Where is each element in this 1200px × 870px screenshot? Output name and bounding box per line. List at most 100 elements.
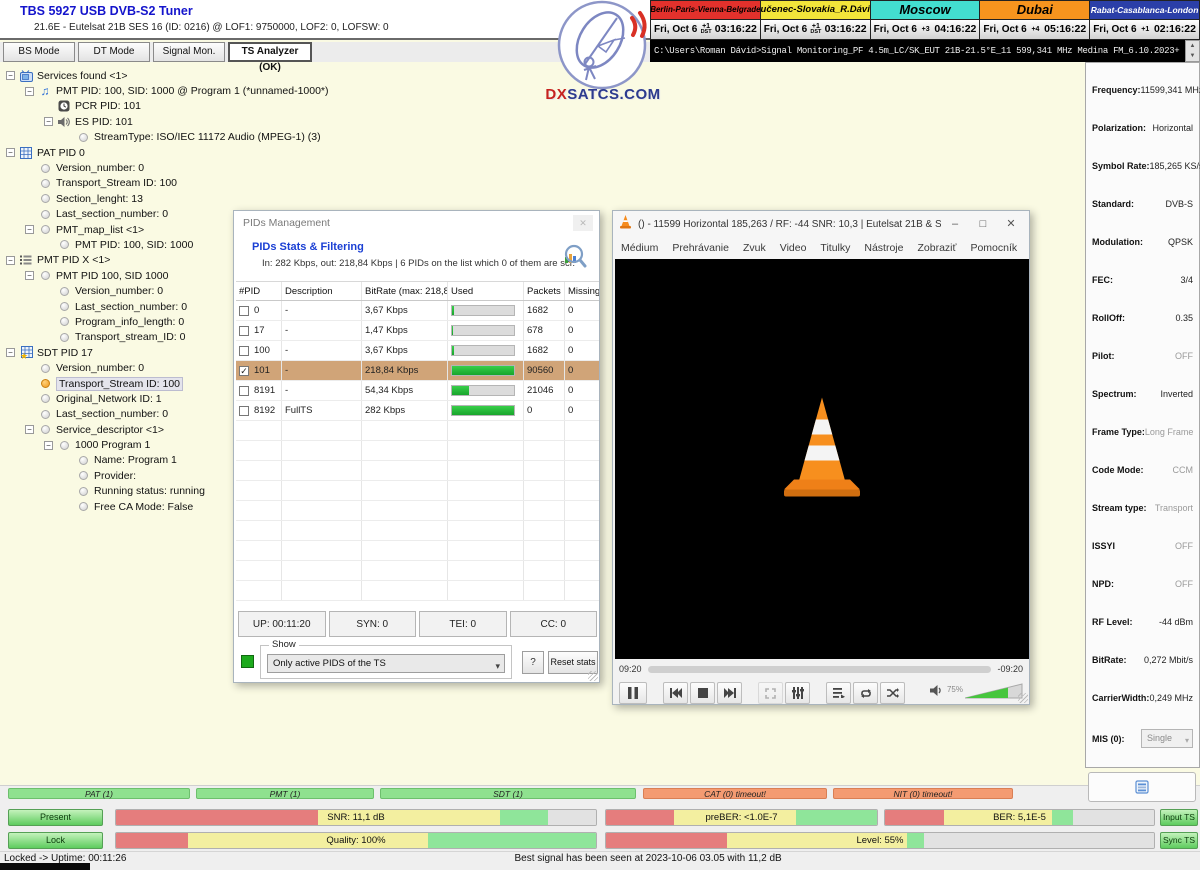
tree-expander-icon[interactable]: − [6, 348, 15, 357]
fullscreen-button[interactable] [758, 682, 783, 704]
tree-item[interactable]: −PAT PID 0 [6, 145, 306, 160]
tree-item[interactable]: StreamType: ISO/IEC 11172 Audio (MPEG-1)… [6, 130, 306, 145]
param-value: QPSK [1168, 237, 1193, 247]
column-header[interactable]: Used [448, 282, 524, 300]
pids-titlebar[interactable]: PIDs Management ✕ [234, 211, 599, 235]
volume-area: 75% [930, 683, 1023, 704]
table-status-pat: PAT (1) [8, 788, 190, 799]
logo-text: DXSATCS.COM [540, 86, 666, 104]
param-label: Modulation: [1092, 237, 1143, 247]
volume-slider[interactable] [965, 683, 1023, 704]
tree-expander-icon[interactable]: − [44, 117, 53, 126]
mis-select[interactable]: Single ▾ [1141, 729, 1193, 748]
param-value: -44 dBm [1159, 617, 1193, 627]
pid-checkbox[interactable] [239, 386, 249, 396]
tab-dt-mode[interactable]: DT Mode [78, 42, 150, 62]
pids-window-title: PIDs Management [243, 217, 573, 229]
resize-grip[interactable] [588, 671, 598, 681]
vlc-titlebar[interactable]: () - 11599 Horizontal 185,263 / RF: -44 … [613, 211, 1029, 237]
pid-checkbox[interactable] [239, 346, 249, 356]
clock-time-row: Fri, Oct 6+405:16:22 [980, 20, 1089, 39]
resize-grip[interactable] [1018, 693, 1028, 703]
table-row[interactable]: 100-3,67 Kbps16820 [236, 341, 599, 361]
tree-item[interactable]: PCR PID: 101 [6, 99, 306, 114]
show-filter-select[interactable]: Only active PIDS of the TS ▾ [267, 654, 505, 673]
pid-checkbox[interactable]: ✓ [239, 366, 249, 376]
ts-list-button[interactable] [1088, 772, 1196, 802]
equalizer-button[interactable] [785, 682, 810, 704]
tab-ts-analyzer-ok-[interactable]: TS Analyzer (OK) [228, 42, 312, 62]
loop-button[interactable] [853, 682, 878, 704]
tab-signal-mon-[interactable]: Signal Mon. [153, 42, 225, 62]
pid-checkbox[interactable] [239, 406, 249, 416]
table-row[interactable]: ✓101-218,84 Kbps905600 [236, 361, 599, 381]
clock-city-label: Rabat-Casablanca-London [1090, 1, 1199, 20]
tab-bs-mode[interactable]: BS Mode [3, 42, 75, 62]
tree-item[interactable]: Version_number: 0 [6, 160, 306, 175]
stop-button[interactable] [690, 682, 715, 704]
tree-expander-icon[interactable]: − [25, 225, 34, 234]
menu-prehrvanie[interactable]: Prehrávanie [672, 242, 729, 254]
tree-expander-icon[interactable]: − [6, 71, 15, 80]
tree-item[interactable]: −Services found <1> [6, 68, 306, 83]
tree-expander-icon[interactable]: − [6, 148, 15, 157]
pause-button[interactable] [619, 682, 647, 704]
param-value: 0.35 [1175, 313, 1193, 323]
next-button[interactable] [717, 682, 742, 704]
menu-zvuk[interactable]: Zvuk [743, 242, 766, 254]
chevron-down-icon: ▾ [495, 658, 500, 675]
table-row[interactable]: 8191-54,34 Kbps210460 [236, 381, 599, 401]
param-row: Symbol Rate:185,265 KS/s [1092, 159, 1193, 173]
tree-expander-icon[interactable]: − [25, 425, 34, 434]
speaker-icon[interactable] [930, 684, 943, 702]
bullet-icon [76, 501, 90, 513]
vlc-video-area[interactable] [615, 259, 1029, 659]
pid-checkbox[interactable] [239, 306, 249, 316]
help-button[interactable]: ? [522, 651, 544, 674]
tree-item-label: ES PID: 101 [75, 116, 133, 128]
tree-item[interactable]: − ES PID: 101 [6, 114, 306, 129]
chevron-down-icon: ▾ [1185, 732, 1189, 749]
table-row[interactable]: 0-3,67 Kbps16820 [236, 301, 599, 321]
close-icon[interactable]: ✕ [997, 214, 1025, 234]
minimize-icon[interactable]: – [941, 214, 969, 234]
tree-item[interactable]: Transport_Stream ID: 100 [6, 176, 306, 191]
column-header[interactable]: BitRate (max: 218,84 Kb... [362, 282, 448, 300]
console-scrollbar[interactable]: ▲▼ [1185, 40, 1200, 62]
packets-cell: 678 [524, 321, 565, 340]
table-row[interactable]: 17-1,47 Kbps6780 [236, 321, 599, 341]
menu-titulky[interactable]: Titulky [820, 242, 850, 254]
table-row[interactable]: 8192FullTS282 Kbps00 [236, 401, 599, 421]
shuffle-button[interactable] [880, 682, 905, 704]
clock-date: Fri, Oct 6 [874, 24, 917, 35]
tree-item[interactable]: −♫PMT PID: 100, SID: 1000 @ Program 1 (*… [6, 83, 306, 98]
menu-nstroje[interactable]: Nástroje [864, 242, 903, 254]
tree-expander-icon[interactable]: − [6, 256, 15, 265]
playlist-button[interactable] [826, 682, 851, 704]
seek-slider[interactable] [648, 666, 992, 673]
menu-pomocnk[interactable]: Pomocník [970, 242, 1017, 254]
menu-video[interactable]: Video [780, 242, 807, 254]
vlc-window-title: () - 11599 Horizontal 185,263 / RF: -44 … [638, 219, 941, 230]
tree-expander-icon[interactable]: − [25, 271, 34, 280]
used-bar-fill [452, 326, 453, 335]
menu-zobrazi[interactable]: Zobraziť [917, 242, 956, 254]
tree-expander-icon[interactable]: − [44, 441, 53, 450]
menu-mdium[interactable]: Médium [621, 242, 658, 254]
column-header[interactable]: Missing [565, 282, 599, 300]
close-icon[interactable]: ✕ [573, 215, 593, 231]
tree-expander-icon[interactable]: − [25, 87, 34, 96]
maximize-icon[interactable]: □ [969, 214, 997, 234]
pid-checkbox[interactable] [239, 326, 249, 336]
column-header[interactable]: Packets [524, 282, 565, 300]
clock-city-label: Lučenec-Slovakia_R.Dávid [761, 1, 870, 20]
column-header[interactable]: #PID [236, 282, 282, 300]
bullet-icon [57, 439, 71, 451]
table-status-cat: CAT (0) timeout! [643, 788, 827, 799]
tree-item[interactable]: Section_lenght: 13 [6, 191, 306, 206]
search-stats-icon[interactable] [561, 243, 587, 274]
sdt-icon: ★ [19, 347, 33, 359]
column-header[interactable]: Description [282, 282, 362, 300]
previous-button[interactable] [663, 682, 688, 704]
param-label: RF Level: [1092, 617, 1133, 627]
